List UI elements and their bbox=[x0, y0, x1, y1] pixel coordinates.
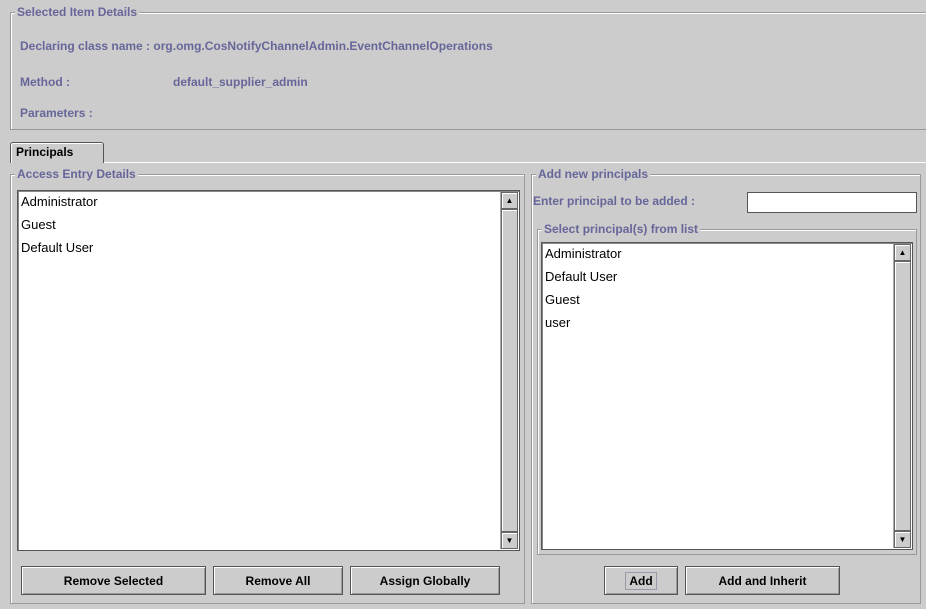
method-value: default_supplier_admin bbox=[173, 75, 308, 89]
tab-principals-label: Principals bbox=[16, 145, 74, 159]
principal-input[interactable] bbox=[747, 192, 917, 213]
list-item[interactable]: Default User bbox=[544, 269, 622, 292]
assign-globally-button[interactable]: Assign Globally bbox=[350, 566, 500, 595]
enter-principal-label: Enter principal to be added : bbox=[533, 194, 696, 208]
scroll-down-arrow-icon[interactable]: ▼ bbox=[894, 531, 911, 548]
declaring-class-label: Declaring class name : bbox=[20, 39, 151, 53]
scroll-up-arrow-icon[interactable]: ▲ bbox=[894, 244, 911, 261]
access-entry-list[interactable]: Administrator Guest Default User ▲ ▼ bbox=[17, 190, 520, 551]
principals-items: Administrator Default User Guest user bbox=[544, 246, 622, 338]
list-item[interactable]: Guest bbox=[20, 217, 98, 240]
scroll-up-arrow-icon[interactable]: ▲ bbox=[501, 192, 518, 209]
add-new-principals-legend: Add new principals bbox=[536, 167, 651, 181]
add-button[interactable]: Add bbox=[604, 566, 678, 595]
tab-baseline bbox=[104, 162, 926, 163]
select-principals-legend: Select principal(s) from list bbox=[542, 222, 701, 236]
parameters-label: Parameters : bbox=[20, 106, 93, 120]
principals-scrollbar[interactable]: ▲ ▼ bbox=[893, 244, 911, 548]
list-item[interactable]: Guest bbox=[544, 292, 622, 315]
declaring-class-value: org.omg.CosNotifyChannelAdmin.EventChann… bbox=[153, 39, 493, 53]
tab-strip: Principals bbox=[0, 130, 926, 163]
access-entry-items: Administrator Guest Default User bbox=[20, 194, 98, 263]
principals-list[interactable]: Administrator Default User Guest user ▲ … bbox=[541, 242, 913, 550]
method-label: Method : bbox=[20, 75, 70, 89]
add-new-principals-group: Add new principals Enter principal to be… bbox=[531, 167, 921, 604]
access-entry-details-group: Access Entry Details Administrator Guest… bbox=[10, 167, 525, 604]
tab-principals[interactable]: Principals bbox=[10, 142, 104, 163]
scrollbar-thumb[interactable] bbox=[894, 261, 911, 531]
list-item[interactable]: Administrator bbox=[544, 246, 622, 269]
add-and-inherit-button[interactable]: Add and Inherit bbox=[685, 566, 840, 595]
remove-all-button[interactable]: Remove All bbox=[213, 566, 343, 595]
list-item[interactable]: Administrator bbox=[20, 194, 98, 217]
access-entry-details-legend: Access Entry Details bbox=[15, 167, 138, 181]
access-entry-scrollbar[interactable]: ▲ ▼ bbox=[500, 192, 518, 549]
selected-item-details-legend: Selected Item Details bbox=[15, 5, 140, 19]
scrollbar-thumb[interactable] bbox=[501, 209, 518, 532]
selected-item-details-group: Selected Item Details Declaring class na… bbox=[10, 5, 926, 130]
list-item[interactable]: user bbox=[544, 315, 622, 338]
list-item[interactable]: Default User bbox=[20, 240, 98, 263]
scroll-down-arrow-icon[interactable]: ▼ bbox=[501, 532, 518, 549]
remove-selected-button[interactable]: Remove Selected bbox=[21, 566, 206, 595]
select-principals-group: Select principal(s) from list Administra… bbox=[537, 222, 917, 555]
